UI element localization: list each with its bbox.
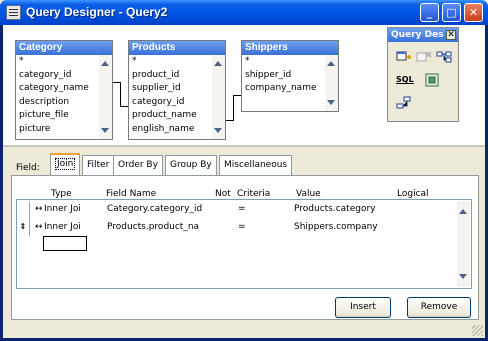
joins-icon[interactable] (436, 50, 452, 64)
join-line (226, 120, 234, 121)
join-grid[interactable]: ↔ Inner Joi Category.category_id = Produ… (16, 199, 472, 289)
table-products[interactable]: Products * product_id supplier_id catego… (128, 40, 226, 140)
tab-join[interactable]: Join (50, 153, 81, 176)
field-label: Field: (16, 163, 40, 173)
scroll-up-icon[interactable] (101, 61, 109, 66)
join-line (120, 106, 128, 107)
tab-order-by[interactable]: Order By (113, 155, 163, 175)
cell-criteria[interactable]: = (238, 222, 246, 232)
field-item[interactable]: picture_file (16, 109, 112, 123)
field-item[interactable]: product_name (129, 109, 225, 123)
table-scrollbar[interactable] (325, 55, 338, 111)
cell-field-name[interactable]: Products.product_na (107, 222, 199, 232)
field-item[interactable]: category_name (16, 82, 112, 96)
field-item[interactable]: picture (16, 123, 112, 137)
field-item[interactable]: company_name (242, 82, 338, 96)
field-item[interactable]: product_id (129, 69, 225, 83)
scroll-down-icon[interactable] (214, 128, 222, 133)
remove-table-icon[interactable] (416, 50, 432, 64)
row-selector[interactable]: ⇕ (17, 219, 30, 236)
table-title[interactable]: Shippers (242, 41, 338, 55)
table-category[interactable]: Category * category_id category_name des… (15, 40, 113, 140)
field-item[interactable]: * (242, 55, 338, 69)
close-button[interactable]: ✕ (464, 3, 483, 22)
field-item[interactable]: english_name (129, 123, 225, 137)
scroll-up-icon[interactable] (214, 61, 222, 66)
column-header-not[interactable]: Not (215, 189, 231, 199)
cell-type[interactable]: Inner Joi (44, 204, 81, 214)
new-row-type-cell[interactable] (43, 236, 87, 251)
sql-icon[interactable]: SQL (396, 73, 414, 87)
scroll-down-icon[interactable] (459, 274, 467, 279)
minimize-button[interactable]: _ (420, 3, 439, 22)
field-item[interactable]: category_id (16, 69, 112, 83)
add-table-icon[interactable] (396, 50, 412, 64)
properties-icon[interactable] (424, 73, 440, 87)
join-line (233, 95, 241, 96)
query-designer-palette[interactable]: Query Des ✕ SQL (387, 27, 459, 122)
tab-miscellaneous[interactable]: Miscellaneous (219, 155, 293, 175)
tab-group-by[interactable]: Group By (165, 155, 217, 175)
scroll-up-icon[interactable] (327, 61, 335, 66)
table-scrollbar[interactable] (99, 55, 112, 139)
column-header-logical[interactable]: Logical (397, 189, 429, 199)
client-area: Category * category_id category_name des… (3, 25, 485, 338)
app-icon[interactable] (6, 5, 21, 20)
join-line (120, 82, 121, 106)
palette-title-bar[interactable]: Query Des ✕ (388, 28, 458, 42)
title-bar[interactable]: Query Designer - Query2 _ □ ✕ (0, 0, 488, 25)
relations-icon[interactable] (396, 96, 412, 110)
tab-filter[interactable]: Filter (82, 155, 115, 175)
table-title[interactable]: Category (16, 41, 112, 55)
join-arrow-icon: ↔ (35, 222, 43, 232)
cell-value[interactable]: Products.category (294, 204, 376, 214)
diagram-pane[interactable]: Category * category_id category_name des… (3, 25, 485, 147)
palette-title: Query Des (391, 30, 444, 40)
tab-label: Join (55, 158, 76, 170)
cell-field-name[interactable]: Category.category_id (107, 204, 202, 214)
table-title[interactable]: Products (129, 41, 225, 55)
scroll-down-icon[interactable] (327, 100, 335, 105)
field-item[interactable]: supplier_id (129, 82, 225, 96)
maximize-button[interactable]: □ (442, 3, 461, 22)
grid-scrollbar[interactable] (457, 201, 470, 287)
query-designer-window: Query Designer - Query2 _ □ ✕ Category *… (0, 0, 488, 341)
scroll-down-icon[interactable] (101, 128, 109, 133)
window-title: Query Designer - Query2 (26, 5, 168, 19)
field-item[interactable]: shipper_id (242, 69, 338, 83)
resize-grip[interactable] (472, 325, 483, 336)
join-arrow-icon: ↔ (35, 204, 43, 214)
cell-criteria[interactable]: = (238, 204, 246, 214)
palette-close-icon[interactable]: ✕ (446, 30, 456, 40)
column-header-value[interactable]: Value (296, 189, 321, 199)
column-header-criteria[interactable]: Criteria (237, 189, 270, 199)
table-scrollbar[interactable] (212, 55, 225, 139)
row-selector[interactable] (17, 202, 30, 219)
insert-button[interactable]: Insert (335, 297, 391, 318)
scroll-up-icon[interactable] (459, 209, 467, 214)
table-shippers[interactable]: Shippers * shipper_id company_name (241, 40, 339, 112)
field-item[interactable]: description (16, 96, 112, 110)
cell-value[interactable]: Shippers.company (294, 222, 378, 232)
remove-button[interactable]: Remove (407, 297, 471, 318)
cell-type[interactable]: Inner Joi (44, 222, 81, 232)
column-header-type[interactable]: Type (51, 189, 72, 199)
field-item[interactable]: * (16, 55, 112, 69)
field-item[interactable]: * (129, 55, 225, 69)
column-header-field-name[interactable]: Field Name (106, 189, 156, 199)
join-line (233, 95, 234, 120)
field-item[interactable]: category_id (129, 96, 225, 110)
